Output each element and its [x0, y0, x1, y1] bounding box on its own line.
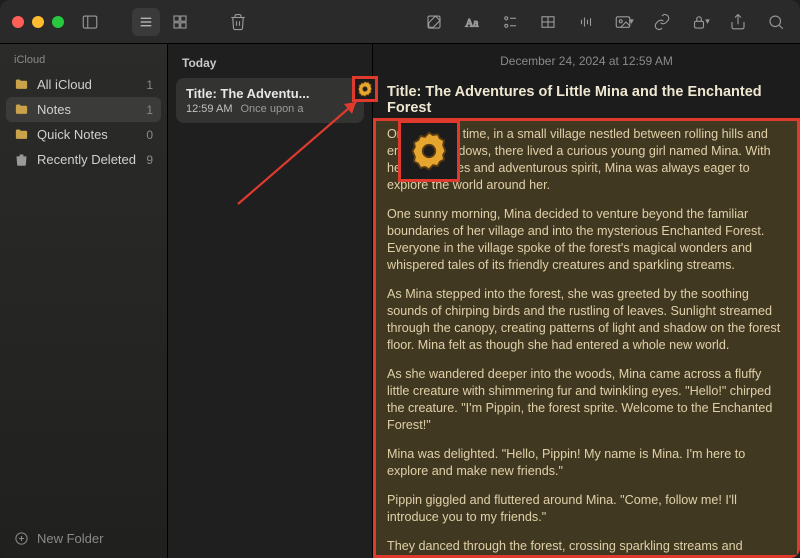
media-button[interactable]: ▾ — [610, 8, 638, 36]
sidebar-item-count: 1 — [146, 78, 153, 92]
sidebar-item-label: Notes — [37, 102, 71, 117]
folder-icon — [14, 127, 29, 142]
font-style-button[interactable]: Aa — [458, 8, 486, 36]
annotation-callout-small — [352, 76, 378, 102]
sidebar-item-quick-notes[interactable]: Quick Notes 0 — [6, 122, 161, 147]
sidebar-item-count: 0 — [146, 128, 153, 142]
gear-icon — [356, 80, 374, 98]
sidebar-item-notes[interactable]: Notes 1 — [6, 97, 161, 122]
delete-button[interactable] — [224, 8, 252, 36]
fullscreen-window-button[interactable] — [52, 16, 64, 28]
note-text: Once upon a time, in a small village nes… — [387, 126, 786, 554]
notes-list: Today Title: The Adventu... 12:59 AM Onc… — [168, 44, 373, 558]
link-button[interactable] — [648, 8, 676, 36]
sidebar-item-recently-deleted[interactable]: Recently Deleted 9 — [6, 147, 161, 172]
table-button[interactable] — [534, 8, 562, 36]
lock-button[interactable]: ▾ — [686, 8, 714, 36]
folder-icon — [14, 77, 29, 92]
note-title: Title: The Adventures of Little Mina and… — [387, 76, 786, 126]
trash-icon — [14, 152, 29, 167]
sidebar-item-count: 1 — [146, 103, 153, 117]
sidebar-item-all-icloud[interactable]: All iCloud 1 — [6, 72, 161, 97]
folders-sidebar: iCloud All iCloud 1 Notes 1 Quick Notes … — [0, 44, 168, 558]
svg-text:Aa: Aa — [465, 17, 478, 29]
titlebar: Aa ▾ ▾ — [0, 0, 800, 44]
note-list-item-preview: Once upon a — [240, 103, 303, 115]
checklist-button[interactable] — [496, 8, 524, 36]
share-button[interactable] — [724, 8, 752, 36]
note-list-item-title: Title: The Adventu... — [186, 86, 354, 101]
new-folder-button[interactable]: New Folder — [0, 521, 167, 558]
audio-button[interactable] — [572, 8, 600, 36]
grid-view-button[interactable] — [166, 8, 194, 36]
app-window: Aa ▾ ▾ iCloud All iCloud 1 Notes — [0, 0, 800, 558]
sidebar-item-count: 9 — [146, 153, 153, 167]
annotation-callout-large — [398, 120, 460, 182]
note-timestamp: December 24, 2024 at 12:59 AM — [373, 44, 800, 76]
gear-icon — [407, 129, 451, 173]
sidebar-item-label: Quick Notes — [37, 127, 108, 142]
note-list-item-time: 12:59 AM — [186, 103, 232, 115]
notes-list-group-header: Today — [168, 44, 372, 78]
search-button[interactable] — [762, 8, 790, 36]
new-note-button[interactable] — [420, 8, 448, 36]
folder-icon — [14, 102, 29, 117]
sidebar-item-label: Recently Deleted — [37, 152, 136, 167]
sidebar-item-label: All iCloud — [37, 77, 92, 92]
close-window-button[interactable] — [12, 16, 24, 28]
plus-circle-icon — [14, 531, 29, 546]
note-list-item[interactable]: Title: The Adventu... 12:59 AM Once upon… — [176, 78, 364, 123]
new-folder-label: New Folder — [37, 531, 103, 546]
list-view-button[interactable] — [132, 8, 160, 36]
minimize-window-button[interactable] — [32, 16, 44, 28]
window-controls — [0, 16, 76, 28]
view-switcher — [132, 8, 194, 36]
toggle-sidebar-button[interactable] — [76, 8, 104, 36]
sidebar-section-header: iCloud — [0, 44, 167, 70]
